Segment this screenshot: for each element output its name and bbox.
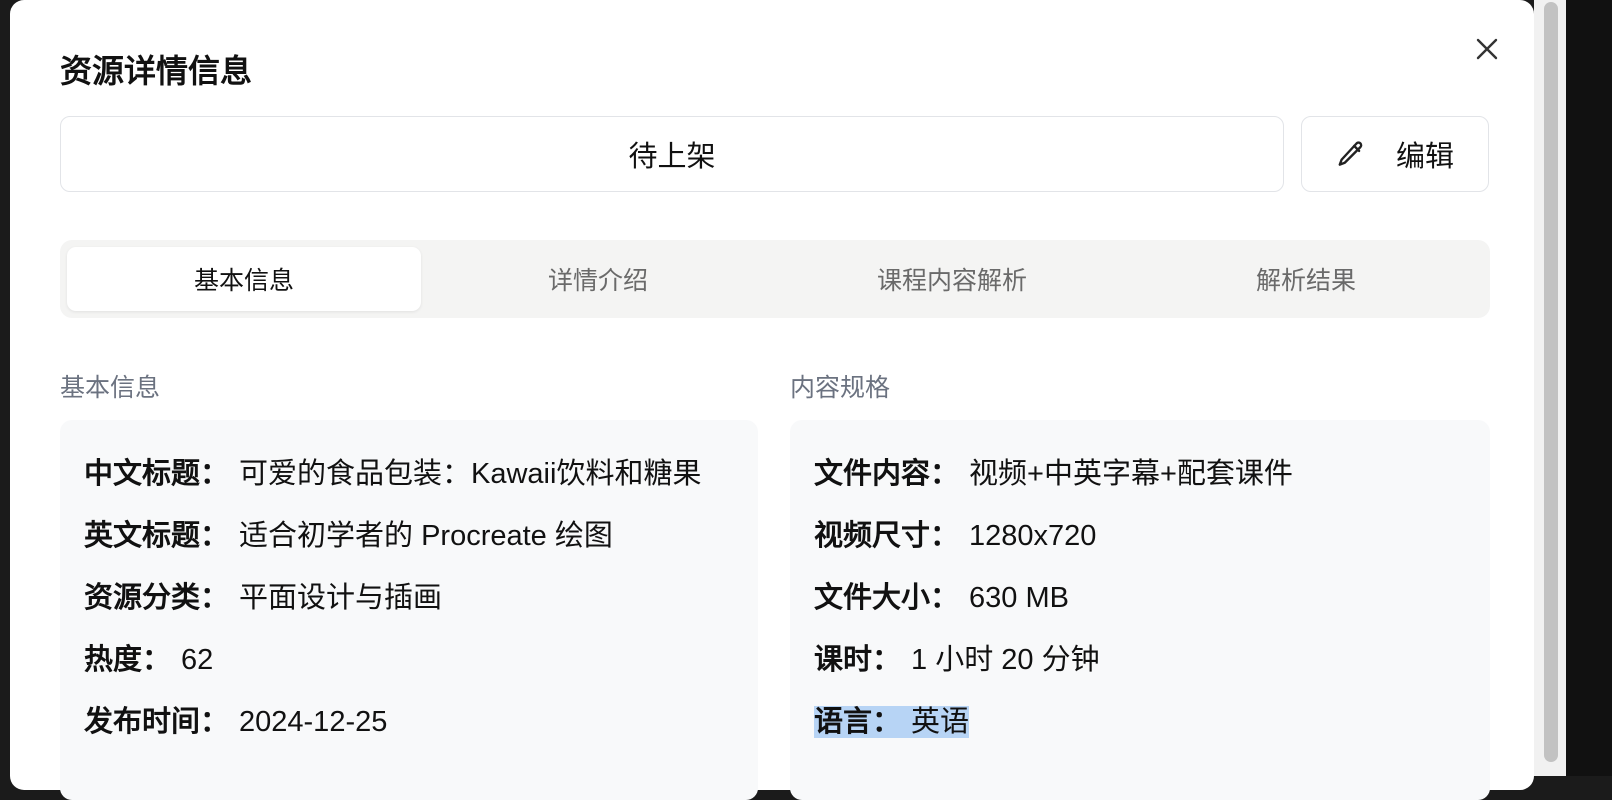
scrollbar-track[interactable]	[1534, 0, 1566, 776]
basic-info-panel: 中文标题： 可爱的食品包装：Kawaii饮料和糖果 英文标题： 适合初学者的 Pro…	[60, 420, 758, 800]
pencil-icon	[1338, 141, 1363, 166]
tab-course-content-analysis[interactable]: 课程内容解析	[775, 247, 1129, 311]
file-size-value: 630 MB	[969, 582, 1069, 614]
tab-bar: 基本信息 详情介绍 课程内容解析 解析结果	[60, 240, 1490, 318]
scrollbar[interactable]	[1534, 0, 1612, 776]
dialog-title: 资源详情信息	[60, 53, 253, 89]
file-size-label: 文件大小：	[814, 582, 960, 614]
close-button[interactable]	[1470, 32, 1504, 66]
status-badge: 待上架	[60, 116, 1284, 192]
popularity-row: 热度： 62	[84, 636, 213, 678]
popularity-label: 热度：	[84, 644, 172, 676]
resource-detail-dialog: 资源详情信息 待上架 编辑 基本信息 详情介绍 课程内容解析 解析结果 基本信息…	[10, 0, 1534, 800]
tab-basic-info[interactable]: 基本信息	[67, 247, 421, 311]
video-size-value: 1280x720	[969, 520, 1097, 552]
file-content-value: 视频+中英字幕+配套课件	[969, 458, 1293, 490]
language-selection: 语言： 英语	[814, 706, 970, 738]
chinese-title-label: 中文标题：	[84, 458, 230, 490]
publish-date-value: 2024-12-25	[239, 706, 388, 738]
content-spec-panel: 文件内容： 视频+中英字幕+配套课件 视频尺寸： 1280x720 文件大小： 630…	[790, 420, 1490, 800]
edit-button[interactable]: 编辑	[1301, 116, 1489, 192]
chinese-title-value: 可爱的食品包装：Kawaii饮料和糖果	[239, 458, 702, 490]
content-spec-section-title: 内容规格	[790, 374, 891, 402]
english-title-value: 适合初学者的 Procreate 绘图	[239, 520, 613, 552]
file-size-row: 文件大小： 630 MB	[814, 574, 1069, 616]
english-title-label: 英文标题：	[84, 520, 230, 552]
video-size-row: 视频尺寸： 1280x720	[814, 512, 1096, 554]
close-icon	[1476, 38, 1498, 60]
duration-label: 课时：	[814, 644, 902, 676]
english-title-row: 英文标题： 适合初学者的 Procreate 绘图	[84, 512, 613, 554]
status-text: 待上架	[628, 141, 716, 173]
chinese-title-row: 中文标题： 可爱的食品包装：Kawaii饮料和糖果	[84, 450, 701, 492]
publish-date-row: 发布时间： 2024-12-25	[84, 698, 387, 740]
tab-detail-intro[interactable]: 详情介绍	[421, 247, 775, 311]
scrollbar-thumb[interactable]	[1544, 2, 1558, 762]
language-row: 语言： 英语	[814, 698, 970, 740]
file-content-label: 文件内容：	[814, 458, 960, 490]
tab-analysis-result[interactable]: 解析结果	[1129, 247, 1483, 311]
language-value: 英语	[911, 706, 970, 738]
video-size-label: 视频尺寸：	[814, 520, 960, 552]
category-value: 平面设计与插画	[239, 582, 443, 614]
category-label: 资源分类：	[84, 582, 230, 614]
edit-button-label: 编辑	[1395, 141, 1454, 173]
publish-date-label: 发布时间：	[84, 706, 230, 738]
popularity-value: 62	[181, 644, 214, 676]
file-content-row: 文件内容： 视频+中英字幕+配套课件	[814, 450, 1293, 492]
basic-info-section-title: 基本信息	[60, 374, 161, 402]
duration-value: 1 小时 20 分钟	[911, 644, 1100, 676]
category-row: 资源分类： 平面设计与插画	[84, 574, 442, 616]
language-label: 语言：	[814, 706, 902, 738]
duration-row: 课时： 1 小时 20 分钟	[814, 636, 1100, 678]
